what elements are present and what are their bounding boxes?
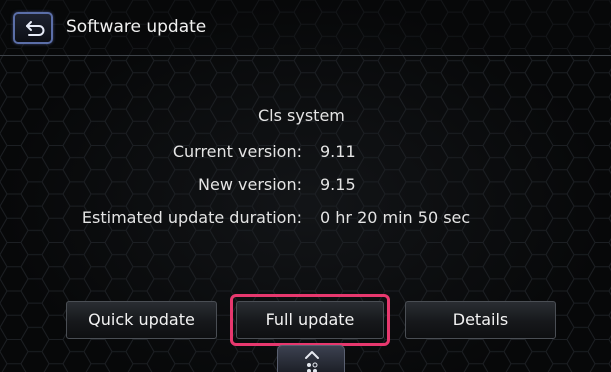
back-arrow-icon	[26, 21, 45, 36]
new-version-value: 9.15	[320, 175, 356, 194]
back-button[interactable]	[13, 12, 53, 44]
update-duration-value: 0 hr 20 min 50 sec	[320, 208, 471, 227]
system-name: Cls system	[258, 106, 345, 125]
chevron-up-icon	[305, 351, 319, 359]
bottom-menu-handle[interactable]	[277, 345, 345, 372]
current-version-value: 9.11	[320, 142, 356, 161]
software-update-screen: Software update Cls system Current versi…	[0, 0, 611, 372]
details-button[interactable]: Details	[405, 301, 556, 339]
page-title: Software update	[66, 17, 207, 37]
page-dots-icon	[307, 362, 318, 372]
current-version-label: Current version:	[172, 142, 302, 161]
new-version-label: New version:	[198, 175, 302, 194]
focus-highlight	[230, 294, 390, 346]
header-bar: Software update	[0, 0, 611, 56]
update-duration-label: Estimated update duration:	[81, 208, 302, 227]
quick-update-button[interactable]: Quick update	[66, 301, 217, 339]
